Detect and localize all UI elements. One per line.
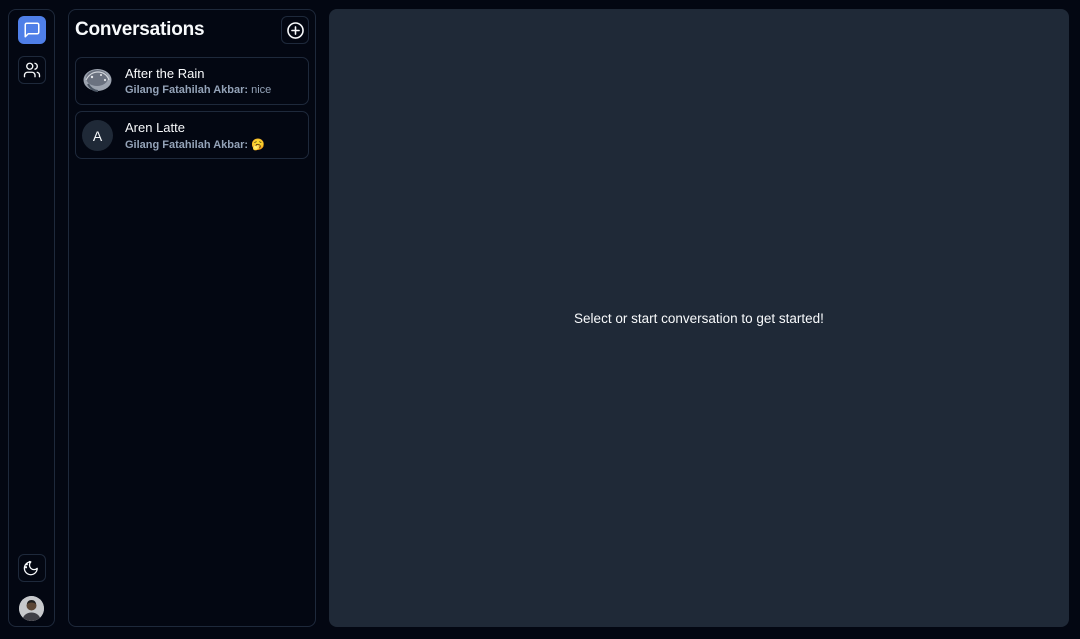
page-title: Conversations (75, 19, 205, 40)
conversation-avatar (82, 66, 113, 97)
preview-text: 🥱 (251, 139, 265, 151)
nav-rail (8, 9, 55, 627)
preview-sender: Gilang Fatahilah Akbar: (125, 84, 249, 96)
empty-state-message: Select or start conversation to get star… (574, 310, 824, 326)
theme-toggle-button[interactable] (18, 554, 46, 582)
chat-area: Select or start conversation to get star… (329, 9, 1069, 627)
chats-nav-button[interactable] (18, 16, 46, 44)
message-square-icon (24, 22, 40, 38)
new-conversation-button[interactable] (281, 16, 309, 44)
user-avatar[interactable] (19, 596, 44, 621)
group-photo-icon (82, 66, 113, 97)
conversation-name: After the Rain (125, 66, 205, 81)
conversation-item[interactable]: After the Rain Gilang Fatahilah Akbar: n… (75, 57, 309, 105)
conversation-item[interactable]: A Aren Latte Gilang Fatahilah Akbar: 🥱 (75, 111, 309, 159)
conversation-preview: Gilang Fatahilah Akbar: nice (125, 84, 271, 96)
avatar-photo-icon (19, 596, 44, 621)
theme-toggle-icon (23, 560, 38, 576)
conversations-panel: Conversations After the Rain Gilang Fata… (68, 9, 316, 627)
conversation-avatar: A (82, 120, 113, 151)
friends-nav-button[interactable] (18, 56, 46, 84)
preview-sender: Gilang Fatahilah Akbar: (125, 139, 249, 151)
conversation-preview: Gilang Fatahilah Akbar: 🥱 (125, 138, 265, 151)
plus-circle-icon (286, 21, 304, 39)
preview-text: nice (251, 84, 272, 96)
conversation-name: Aren Latte (125, 120, 185, 135)
users-icon (23, 62, 41, 78)
